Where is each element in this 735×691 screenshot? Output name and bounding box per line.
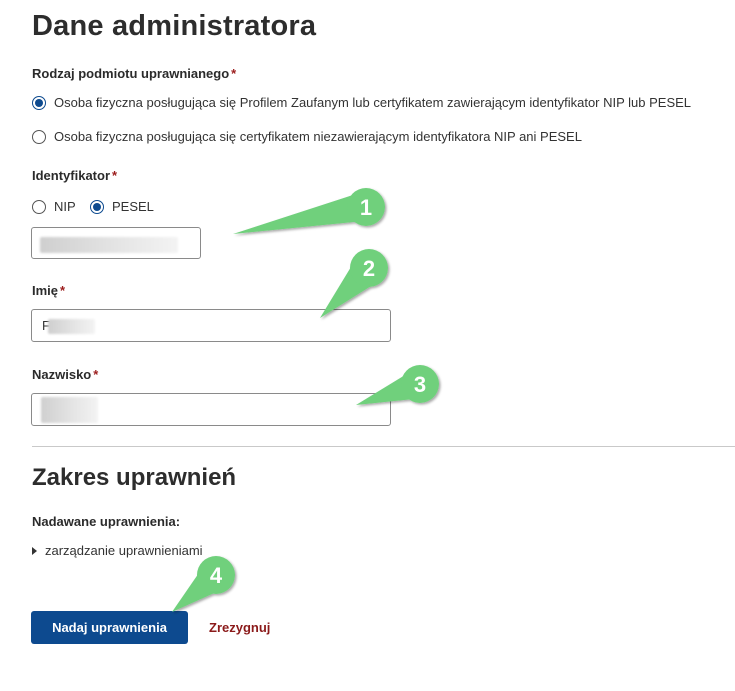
callout-annotations: 1 2 3 4 (172, 188, 439, 612)
callout-1-number: 1 (360, 195, 372, 220)
callout-4 (172, 556, 235, 612)
callout-3 (356, 365, 439, 405)
callout-4-number: 4 (210, 563, 223, 588)
callout-3-number: 3 (414, 372, 426, 397)
callout-2 (320, 249, 388, 318)
callout-2-number: 2 (363, 256, 375, 281)
